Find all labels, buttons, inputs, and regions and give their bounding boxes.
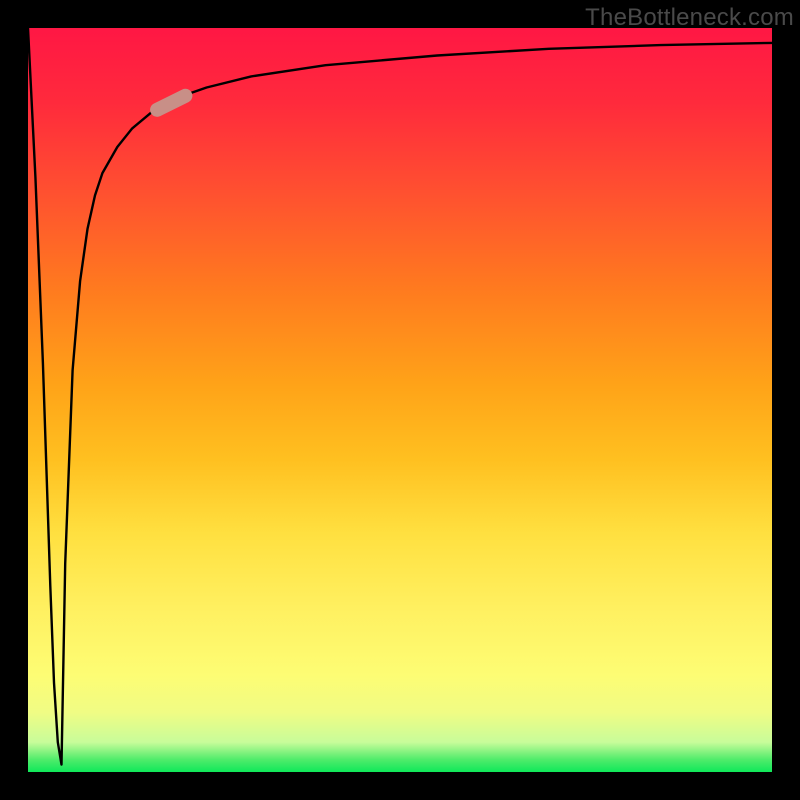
curve-layer xyxy=(28,28,772,772)
watermark-text: TheBottleneck.com xyxy=(585,4,794,32)
chart-container: TheBottleneck.com xyxy=(0,0,800,800)
bottleneck-curve xyxy=(28,28,772,765)
curve-highlight-marker xyxy=(148,86,195,119)
